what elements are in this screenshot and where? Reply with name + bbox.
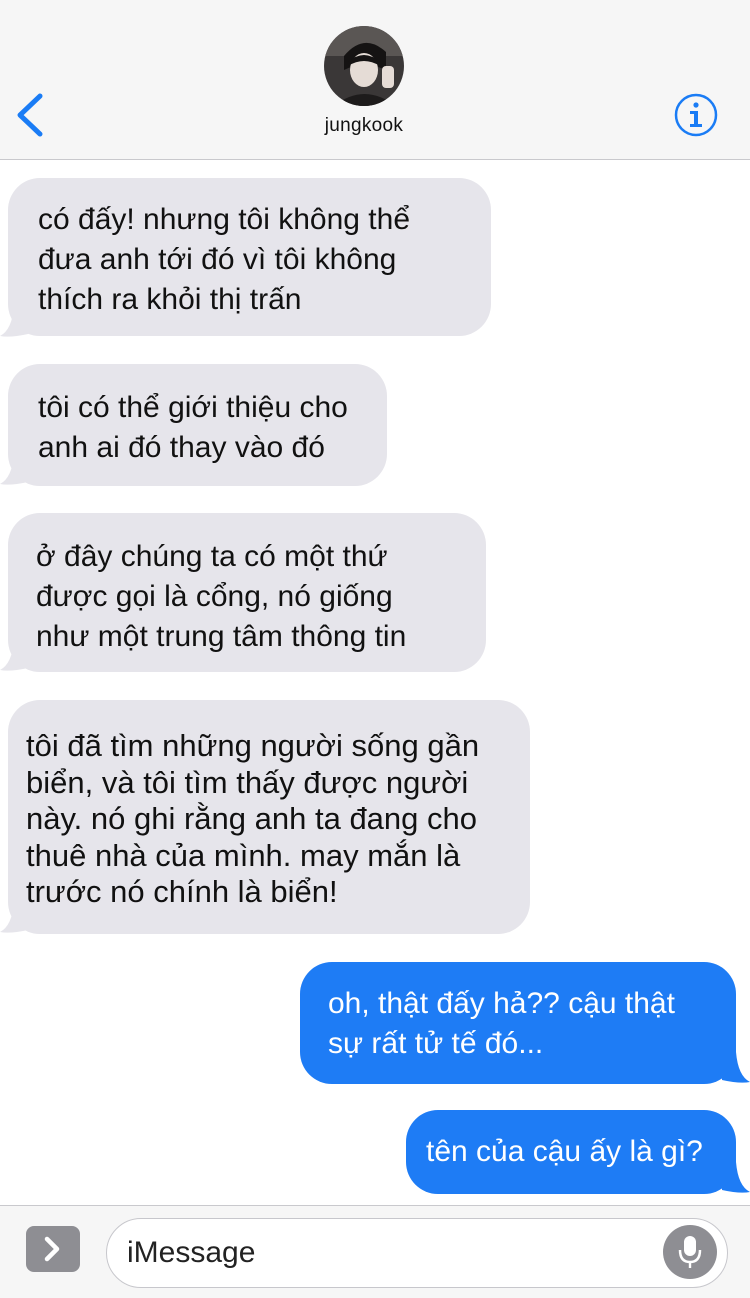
message-bubble-incoming[interactable]: tôi đã tìm những người sống gần biển, và… — [8, 700, 530, 934]
message-input[interactable]: iMessage — [106, 1218, 728, 1288]
message-bubble-outgoing[interactable]: oh, thật đấy hả?? cậu thật sự rất tử tế … — [300, 962, 736, 1084]
conversation-header: jungkook — [0, 0, 750, 160]
contact-name[interactable]: jungkook — [0, 115, 728, 137]
message-bubble-incoming[interactable]: tôi có thể giới thiệu cho anh ai đó thay… — [8, 364, 387, 486]
chevron-right-icon — [44, 1236, 60, 1262]
info-icon[interactable] — [673, 92, 719, 138]
message-bubble-incoming[interactable]: ở đây chúng ta có một thứ được gọi là cổ… — [8, 513, 486, 672]
message-bubble-incoming[interactable]: có đấy! nhưng tôi không thể đưa anh tới … — [8, 178, 491, 336]
microphone-button[interactable] — [663, 1225, 717, 1279]
composer-bar: iMessage — [0, 1205, 750, 1298]
apps-button[interactable] — [26, 1226, 80, 1272]
avatar[interactable] — [324, 26, 404, 106]
message-bubble-outgoing[interactable]: tên của cậu ấy là gì? — [406, 1110, 736, 1194]
microphone-icon — [678, 1236, 702, 1268]
message-input-placeholder: iMessage — [127, 1236, 256, 1269]
